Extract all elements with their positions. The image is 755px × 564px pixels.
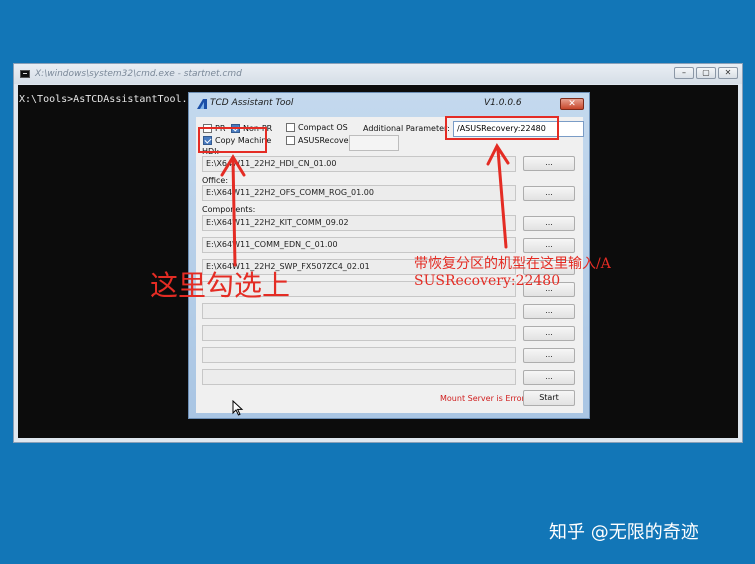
asus-recovery-input[interactable]	[349, 135, 399, 151]
additional-parameter-label: Additional Parameter:	[363, 124, 450, 133]
component-browse-button-6[interactable]: ...	[523, 326, 575, 341]
component-browse-button-7[interactable]: ...	[523, 348, 575, 363]
minimize-button[interactable]: –	[674, 67, 694, 79]
asus-recovery-checkbox[interactable]: ASUSRecovery:	[286, 136, 359, 145]
component-browse-button-1[interactable]: ...	[523, 216, 575, 231]
cmd-app-icon	[20, 70, 30, 78]
office-path-field[interactable]: E:\X64W11_22H2_OFS_COMM_ROG_01.00	[202, 185, 516, 201]
hdi-path-field[interactable]: E:\X64W11_22H2_HDI_CN_01.00	[202, 156, 516, 172]
start-button[interactable]: Start	[523, 390, 575, 406]
cmd-window-controls: – ▢ ✕	[674, 67, 738, 79]
component-field-5[interactable]	[202, 303, 516, 319]
input-here-annotation-line2: SUSRecovery:22480	[414, 273, 561, 289]
tcd-version: V1.0.0.6	[484, 98, 522, 108]
hdi-browse-button[interactable]: ...	[523, 156, 575, 171]
component-browse-button-5[interactable]: ...	[523, 304, 575, 319]
tcd-app-icon	[197, 99, 207, 109]
close-button[interactable]: ✕	[718, 67, 738, 79]
office-label: Office:	[202, 176, 229, 185]
compact-os-checkbox[interactable]: Compact OS	[286, 123, 348, 132]
compact-os-checkbox-label: Compact OS	[298, 123, 348, 132]
component-browse-button-2[interactable]: ...	[523, 238, 575, 253]
component-field-7[interactable]	[202, 347, 516, 363]
parameter-highlight	[445, 116, 559, 140]
tcd-titlebar[interactable]: TCD Assistant Tool V1.0.0.6 ✕	[189, 93, 589, 115]
check-here-annotation: 这里勾选上	[150, 269, 291, 302]
component-field-2[interactable]: E:\X64W11_COMM_EDN_C_01.00	[202, 237, 516, 253]
cmd-titlebar[interactable]: X:\windows\system32\cmd.exe - startnet.c…	[14, 64, 742, 84]
asus-recovery-checkbox-box[interactable]	[286, 136, 295, 145]
component-field-6[interactable]	[202, 325, 516, 341]
tcd-close-button[interactable]: ✕	[560, 98, 584, 110]
cmd-title: X:\windows\system32\cmd.exe - startnet.c…	[35, 69, 242, 79]
maximize-button[interactable]: ▢	[696, 67, 716, 79]
cmd-line: X:\Tools>AsTCDAssistantTool.e	[19, 94, 194, 105]
components-label: Components:	[202, 205, 256, 214]
component-field-8[interactable]	[202, 369, 516, 385]
error-message: Mount Server is Error!	[440, 394, 529, 403]
office-browse-button[interactable]: ...	[523, 186, 575, 201]
compact-os-checkbox-box[interactable]	[286, 123, 295, 132]
copy-machine-highlight	[198, 127, 267, 153]
input-here-annotation-line1: 带恢复分区的机型在这里输入/A	[414, 256, 611, 272]
component-field-1[interactable]: E:\X64W11_22H2_KIT_COMM_09.02	[202, 215, 516, 231]
tcd-title: TCD Assistant Tool	[210, 98, 294, 108]
watermark: 知乎 @无限的奇迹	[549, 522, 699, 543]
mouse-pointer-icon	[232, 400, 244, 416]
component-browse-button-8[interactable]: ...	[523, 370, 575, 385]
